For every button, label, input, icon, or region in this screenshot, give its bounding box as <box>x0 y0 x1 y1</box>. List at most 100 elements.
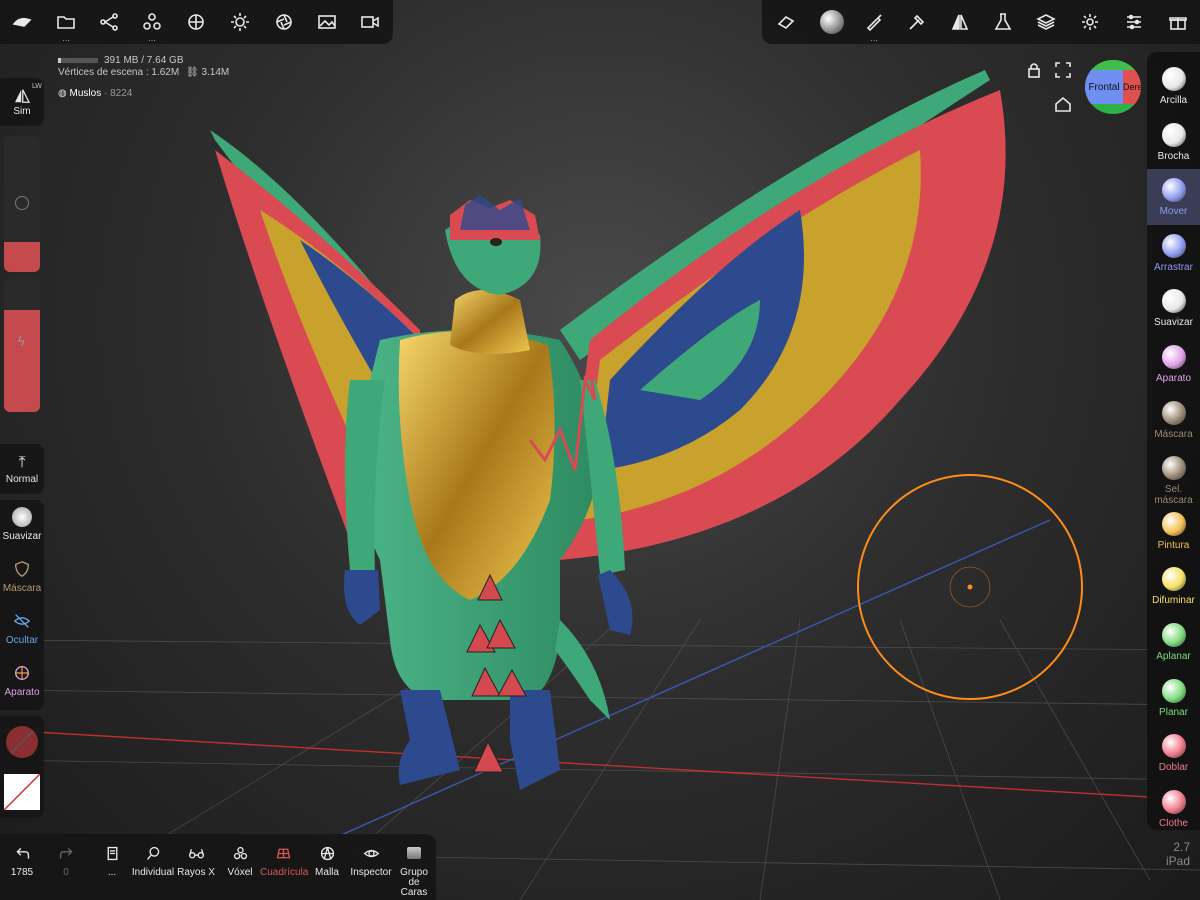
gizmo-front-face[interactable]: Frontal <box>1085 70 1123 104</box>
aperture-icon[interactable] <box>270 8 298 36</box>
more-dots: ... <box>62 34 70 43</box>
matcap-icon[interactable] <box>816 6 848 38</box>
more-dots: ... <box>870 34 878 43</box>
tool-individual[interactable]: Individual <box>130 834 176 900</box>
brush-sphere-icon <box>1161 623 1186 647</box>
lock-icon[interactable] <box>1022 58 1046 82</box>
smooth-icon <box>11 506 33 528</box>
object-info[interactable]: ◍ Muslos · 8224 <box>58 88 132 99</box>
scene-render[interactable] <box>0 0 1200 900</box>
sliders-icon[interactable] <box>1120 8 1148 36</box>
hammer-icon[interactable] <box>903 8 931 36</box>
sim-label: Sim <box>13 106 31 117</box>
tool-label: Clothe <box>1159 817 1188 829</box>
redo-button[interactable]: 0 <box>48 834 84 900</box>
tool-arrastrar[interactable]: Arrastrar <box>1147 225 1200 281</box>
upload-arrow-icon: ⤒ <box>18 452 26 471</box>
object-separator: · <box>103 88 108 99</box>
tool-label: Grupo de Caras <box>400 867 428 898</box>
object-icon: ◍ <box>58 88 67 99</box>
undo-button[interactable]: 1785 <box>4 834 40 900</box>
material-sphere-icon[interactable] <box>182 8 210 36</box>
tool-voxel[interactable]: Vóxel <box>220 834 260 900</box>
flask-icon[interactable] <box>989 8 1017 36</box>
tool-pintura[interactable]: Pintura <box>1147 503 1200 559</box>
sim-button[interactable]: Sim LW <box>0 78 44 126</box>
tool-ocultar[interactable]: Ocultar <box>0 604 44 656</box>
light-icon[interactable] <box>226 8 254 36</box>
tool-mover[interactable]: Mover <box>1147 169 1200 226</box>
tool-arcilla[interactable]: Arcilla <box>1147 58 1200 114</box>
gift-icon[interactable] <box>1164 8 1192 36</box>
tool-malla[interactable]: Malla <box>308 834 346 900</box>
hand-icon[interactable] <box>8 8 36 36</box>
version-number: 2.7 <box>1173 840 1190 854</box>
tool-rayos-x[interactable]: Rayos X <box>176 834 216 900</box>
device-name: iPad <box>1165 854 1190 868</box>
tool-aparato[interactable]: Aparato <box>0 656 44 708</box>
normal-button[interactable]: ⤒ Normal <box>0 444 44 494</box>
tool-difuminar[interactable]: Difuminar <box>1147 558 1200 614</box>
brush-sphere-icon <box>1161 67 1186 91</box>
brush-sphere-icon <box>1161 178 1186 203</box>
tool-label: Planar <box>1159 706 1188 718</box>
tool-label: Aparato <box>1155 373 1192 384</box>
tool-inspector[interactable]: Inspector <box>348 834 394 900</box>
tool-label: Aplanar <box>1156 651 1191 662</box>
tool-label: Arrastrar <box>1154 261 1193 273</box>
3d-viewport[interactable] <box>0 0 1200 900</box>
symmetry-icon[interactable] <box>946 8 974 36</box>
tool-mascara[interactable]: Máscara <box>0 552 44 604</box>
bottom-toolbar: 1785 0 ... Individual Rayos X Vóxel Cuad… <box>0 834 436 900</box>
secondary-color-swatch[interactable] <box>3 773 41 811</box>
topology-icon[interactable]: ... <box>138 8 166 43</box>
tool-suavizar[interactable]: Suavizar <box>1147 280 1200 336</box>
x-axis-line <box>0 729 1200 801</box>
tool-grupo-caras[interactable]: Grupo de Caras <box>394 834 434 900</box>
fullscreen-icon[interactable] <box>1051 58 1075 82</box>
folder-icon[interactable]: ... <box>52 8 80 43</box>
tool-aplanar[interactable]: Aplanar <box>1147 614 1200 670</box>
layers-icon[interactable] <box>1032 8 1060 36</box>
gear-icon[interactable] <box>1076 8 1104 36</box>
image-icon[interactable] <box>313 8 341 36</box>
tool-sel-máscara[interactable]: Sel. máscara <box>1147 447 1200 506</box>
brush-sphere-icon <box>1161 456 1186 481</box>
grid-icon <box>260 842 306 864</box>
tool-label: Ocultar <box>5 635 39 646</box>
vertices-text: Vértices de escena : 1.62M <box>58 67 180 78</box>
memory-stat: 391 MB / 7.64 GB <box>58 55 184 66</box>
object-count: 8224 <box>110 88 133 99</box>
voxel-icon <box>220 842 260 864</box>
eraser-icon[interactable] <box>772 8 800 36</box>
undo-count: 1785 <box>10 867 34 878</box>
tool-clothe[interactable]: Clothe <box>1147 781 1200 837</box>
tool-máscara[interactable]: Máscara <box>1147 392 1200 448</box>
tool-cuadricula[interactable]: Cuadrícula <box>260 834 309 900</box>
gizmo-right-face[interactable]: Dere <box>1123 70 1141 104</box>
paint-color-swatch[interactable] <box>6 726 38 758</box>
intensity-slider[interactable]: ϟ <box>4 277 40 412</box>
tool-planar[interactable]: Planar <box>1147 670 1200 726</box>
brush-icon[interactable]: ... <box>860 8 888 43</box>
vertices-stat: Vértices de escena : 1.62M ⛓ 3.14M <box>58 67 229 78</box>
tool-label: Pintura <box>1157 539 1190 551</box>
lightning-icon: ϟ <box>17 335 26 350</box>
tool-suavizar[interactable]: Suavizar <box>0 500 44 552</box>
more-label: ... <box>107 867 117 878</box>
book-button[interactable]: ... <box>94 834 130 900</box>
scene-graph-icon[interactable] <box>95 8 123 36</box>
tool-aparato[interactable]: Aparato <box>1147 336 1200 392</box>
brush-sphere-icon <box>1161 400 1186 425</box>
view-gizmo[interactable]: Frontal Dere <box>1085 60 1141 114</box>
memory-bar <box>58 57 98 63</box>
brush-sphere-icon <box>1161 122 1186 147</box>
tool-brocha[interactable]: Brocha <box>1147 114 1200 170</box>
tool-label: Cuadrícula <box>260 867 309 878</box>
radius-slider[interactable] <box>4 136 40 272</box>
home-icon[interactable] <box>1051 92 1075 116</box>
video-camera-icon[interactable] <box>356 8 384 36</box>
redo-icon <box>48 842 84 864</box>
tool-doblar[interactable]: Doblar <box>1147 725 1200 781</box>
brush-sphere-icon <box>1161 678 1186 703</box>
